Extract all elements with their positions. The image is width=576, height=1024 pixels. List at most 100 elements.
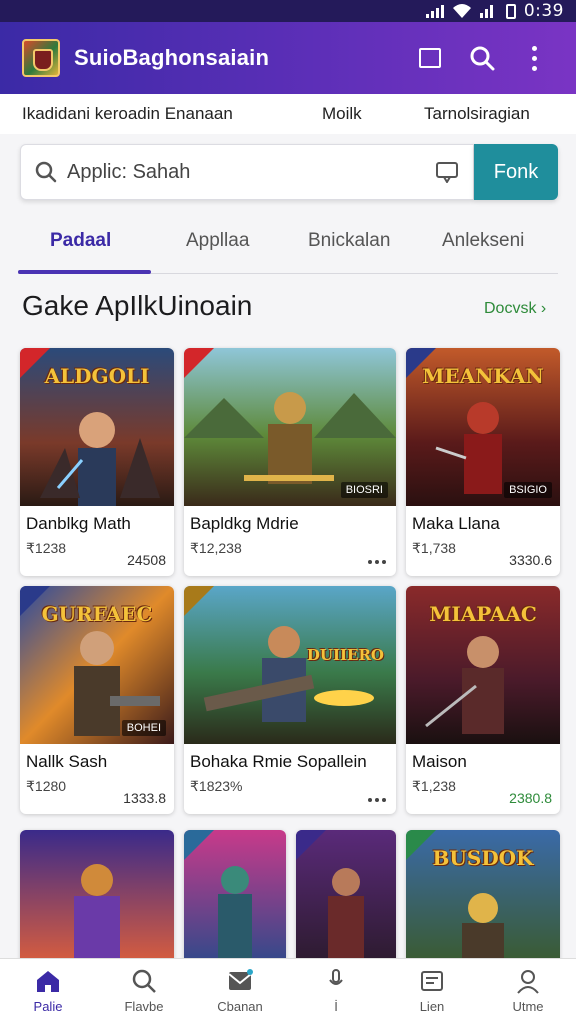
nav-item-profile[interactable]: Utme (480, 959, 576, 1024)
info-middle[interactable]: Moilk (322, 104, 362, 124)
game-thumbnail (20, 830, 174, 970)
search-button[interactable] (458, 34, 506, 82)
tab-padaal[interactable]: Padaal (50, 230, 111, 252)
game-thumbnail: MEANKAN BSIGIO (406, 348, 560, 506)
search-box (20, 144, 474, 200)
game-card[interactable]: BUSDOK (406, 830, 560, 970)
search-input[interactable] (67, 160, 435, 184)
info-strip: Ikadidani keroadin Enanaan Moilk Tarnols… (0, 94, 576, 134)
app-root: 0:39 SuioBaghonsaiain Ikadidani keroadin… (0, 0, 576, 1024)
more-horiz-icon[interactable] (368, 560, 386, 564)
game-count: 1333.8 (123, 790, 166, 806)
tab-indicator (18, 270, 151, 274)
more-options-button[interactable] (510, 34, 558, 82)
tab-anlekseni[interactable]: Anlekseni (442, 230, 524, 252)
more-horiz-icon[interactable] (368, 798, 386, 802)
game-card[interactable]: BIOSRI Bapldkg Mdrie ₹12,238 (184, 348, 396, 576)
search-bar: Fonk (20, 144, 558, 202)
game-card[interactable]: ALDGOLI Danblkg Math ₹1238 24508 (20, 348, 174, 576)
badge-ribbon (184, 348, 214, 378)
game-count: 24508 (127, 552, 166, 568)
window-button[interactable] (406, 34, 454, 82)
mic-icon (329, 969, 343, 985)
search-icon (35, 161, 57, 183)
bottom-navigation: Palie Flavbe Cbanan İ Lien Utme (0, 958, 576, 1024)
app-bar: SuioBaghonsaiain (0, 22, 576, 94)
thumbnail-title: BUSDOK (432, 846, 534, 870)
signal-icon (425, 4, 444, 18)
tab-bar: Padaal Appllaa Bnickalan Anlekseni (18, 214, 558, 274)
thumbnail-tag: BOHEI (121, 720, 166, 736)
badge-ribbon (296, 830, 326, 860)
game-price: ₹12,238 (190, 540, 242, 556)
game-price: ₹1823% (190, 778, 243, 794)
info-right[interactable]: Tarnolsiragian (424, 104, 530, 124)
game-count: 2380.8 (509, 790, 552, 806)
thumbnail-tag: BSIGIO (504, 482, 552, 498)
nav-label: Palie (33, 999, 63, 1014)
game-thumbnail (184, 830, 286, 970)
game-card[interactable] (184, 830, 286, 970)
window-icon (419, 48, 441, 68)
game-thumbnail: ALDGOLI (20, 348, 174, 506)
nav-item-list[interactable]: Lien (384, 959, 480, 1024)
badge-ribbon (184, 830, 214, 860)
info-left[interactable]: Ikadidani keroadin Enanaan (22, 104, 233, 124)
thumbnail-title: MIAPAAC (429, 602, 537, 626)
thumbnail-tag: BIOSRI (340, 482, 388, 498)
game-thumbnail (296, 830, 396, 970)
list-icon (421, 971, 443, 991)
status-time: 0:39 (523, 1, 564, 21)
thumbnail-title: MEANKAN (422, 364, 544, 388)
game-card[interactable] (296, 830, 396, 970)
game-card[interactable]: MIAPAAC Maison ₹1,238 2380.8 (406, 586, 560, 814)
thumbnail-title: ALDGOLI (44, 364, 150, 388)
nav-label: Flavbe (124, 999, 164, 1014)
see-more-link[interactable]: Docvsk › (484, 300, 546, 318)
nav-label: Lien (419, 999, 445, 1014)
game-name: Bapldkg Mdrie (190, 514, 299, 533)
game-card[interactable] (20, 830, 174, 970)
nav-label: İ (334, 999, 338, 1014)
profile-icon (517, 970, 539, 994)
game-count: 3330.6 (509, 552, 552, 568)
section-title: Gake ApIlkUinoain (22, 290, 253, 321)
more-vert-icon (531, 45, 537, 71)
nav-item-home[interactable]: Palie (0, 959, 96, 1024)
game-thumbnail: MIAPAAC (406, 586, 560, 744)
nav-label: Cbanan (217, 999, 263, 1014)
battery-icon (505, 3, 516, 19)
tab-appllaa[interactable]: Appllaa (186, 230, 249, 252)
game-thumbnail: DUIIERO (184, 586, 396, 744)
nav-item-search[interactable]: Flavbe (96, 959, 192, 1024)
app-title: SuioBaghonsaiain (74, 45, 270, 70)
badge-ribbon (184, 586, 214, 616)
game-card[interactable]: GURFAEC BOHEI Nallk Sash ₹1280 1333.8 (20, 586, 174, 814)
nav-label: Utme (512, 999, 544, 1014)
wifi-icon (452, 4, 471, 18)
game-card[interactable]: MEANKAN BSIGIO Maka Llana ₹1,738 3330.6 (406, 348, 560, 576)
search-icon (470, 46, 495, 71)
home-icon (37, 971, 59, 992)
app-logo (22, 39, 60, 77)
status-bar: 0:39 (0, 0, 576, 22)
game-name: Maka Llana (412, 514, 500, 533)
game-name: Danblkg Math (26, 514, 131, 533)
tab-bnickalan[interactable]: Bnickalan (308, 230, 390, 252)
search-submit-button[interactable]: Fonk (474, 144, 558, 200)
nav-item-messages[interactable]: Cbanan (192, 959, 288, 1024)
game-name: Bohaka Rmie Sopallein (190, 752, 367, 771)
game-thumbnail: BIOSRI (184, 348, 396, 506)
game-thumbnail: BUSDOK (406, 830, 560, 970)
game-thumbnail: GURFAEC BOHEI (20, 586, 174, 744)
nav-item-mic[interactable]: İ (288, 959, 384, 1024)
chat-bubble-icon[interactable] (435, 161, 459, 183)
thumbnail-title: DUIIERO (306, 646, 384, 664)
game-name: Maison (412, 752, 467, 771)
thumbnail-title: GURFAEC (41, 602, 153, 626)
message-icon (228, 969, 253, 990)
game-name: Nallk Sash (26, 752, 108, 771)
search-icon (132, 969, 156, 993)
cell-signal-icon (479, 4, 498, 18)
game-card[interactable]: DUIIERO Bohaka Rmie Sopallein ₹1823% (184, 586, 396, 814)
